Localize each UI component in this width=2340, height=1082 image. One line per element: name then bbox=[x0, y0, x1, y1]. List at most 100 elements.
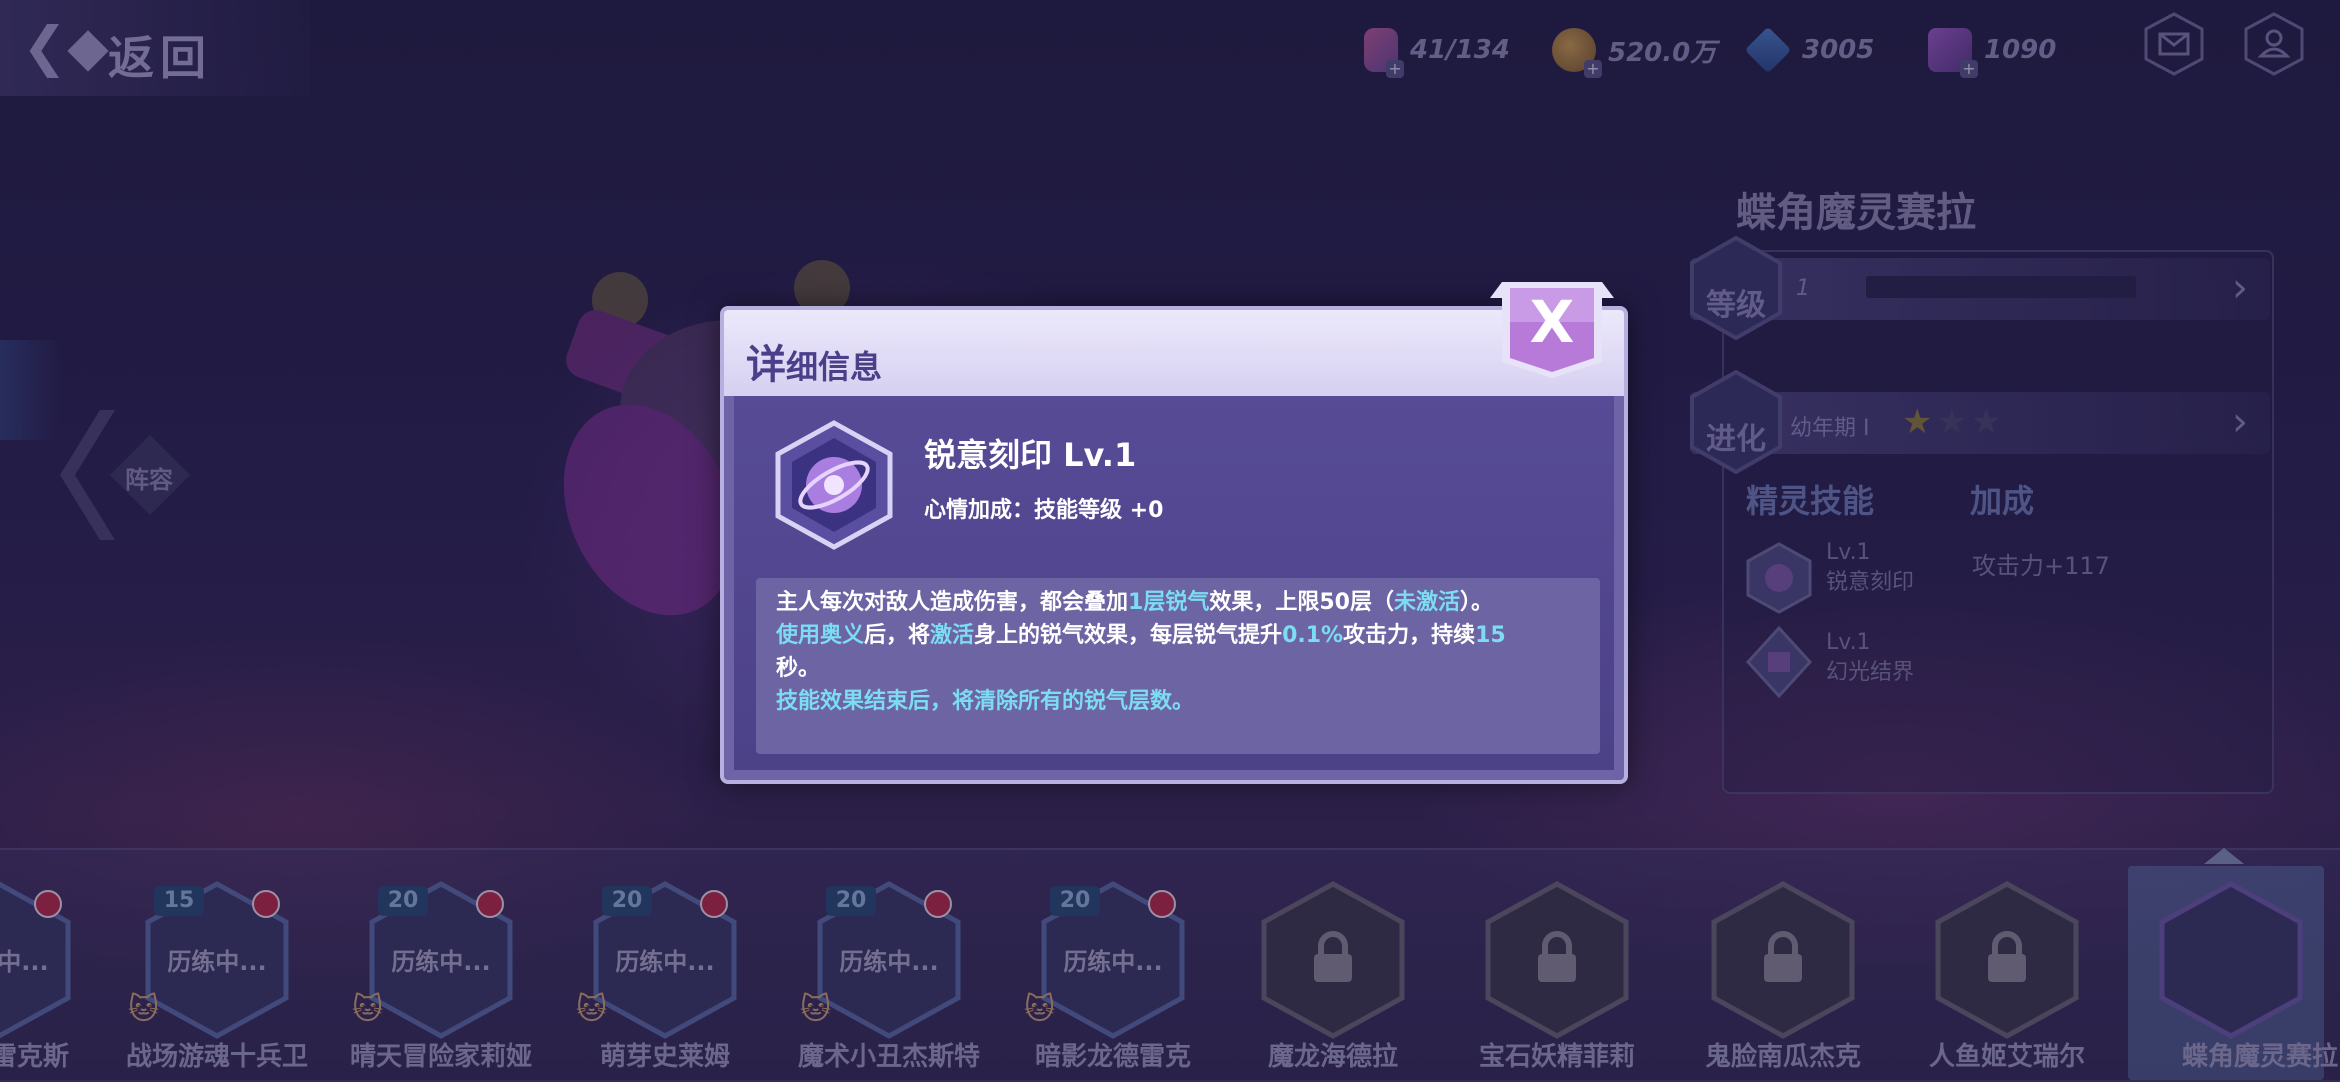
dialog-title-rest: 细信息 bbox=[786, 348, 883, 386]
desc-line-4: 技能效果结束后，将清除所有的锐气层数。 bbox=[776, 689, 1195, 714]
roster-card-level: 15 bbox=[154, 886, 204, 916]
roster-card-name: 暗影龙德雷克 bbox=[1034, 1042, 1191, 1072]
roster-card-name: 蝶角魔灵赛拉 bbox=[2181, 1042, 2338, 1072]
blue-crystal-icon bbox=[1744, 26, 1792, 74]
lock-icon bbox=[1314, 931, 1352, 982]
roster-card[interactable] bbox=[1932, 880, 2082, 1040]
roster-card[interactable]: 20 历练中... 🐱 bbox=[576, 880, 740, 1040]
roster-card[interactable] bbox=[1482, 880, 1632, 1040]
dialog-title-first: 详 bbox=[746, 342, 786, 388]
roster-card-level: 20 bbox=[602, 886, 652, 916]
roster-card-frame bbox=[2159, 881, 2303, 1039]
skill-1-text: Lv.1 锐意刻印 bbox=[1826, 538, 1914, 598]
evolution-arrow-icon: › bbox=[2232, 399, 2248, 445]
level-value: 1 bbox=[1796, 276, 1810, 301]
skill-icon-illusion-barrier[interactable] bbox=[1746, 626, 1812, 698]
roster-card[interactable] bbox=[2156, 880, 2306, 1040]
roster-card-name: 宝石妖精菲莉 bbox=[1478, 1042, 1635, 1072]
skill-2-text: Lv.1 幻光结界 bbox=[1826, 628, 1914, 688]
spirit-name: 蝶角魔灵赛拉 bbox=[1736, 190, 1976, 236]
skill-1-name: 锐意刻印 bbox=[1826, 570, 1915, 595]
training-status: 历练中... bbox=[167, 948, 267, 976]
spirit-info-panel bbox=[1722, 250, 2274, 794]
profile-button[interactable] bbox=[2242, 12, 2306, 76]
skill-description: 主人每次对敌人造成伤害，都会叠加1层锐气效果，上限50层（未激活）。 使用奥义后… bbox=[776, 586, 1586, 718]
gold-value: 520.0万 bbox=[1608, 37, 1717, 68]
crystal-resource[interactable]: 3005 bbox=[1744, 26, 1875, 74]
skill-name: 锐意刻印 Lv.1 bbox=[924, 436, 1137, 474]
star-filled-icon: ★ bbox=[1902, 402, 1937, 442]
roster-card[interactable]: 历练中... bbox=[0, 880, 74, 1040]
training-status: 历练中... bbox=[615, 948, 715, 976]
mood-bonus: 心情加成：技能等级 +0 bbox=[924, 498, 1164, 523]
skill-1-level: Lv.1 bbox=[1826, 540, 1871, 565]
roster-card-name: 魔龙海德拉 bbox=[1267, 1042, 1398, 1072]
skill-icon-sharp-mark-large bbox=[775, 420, 893, 550]
lineup-label: 阵容 bbox=[125, 466, 173, 494]
pet-cat-icon: 🐱 bbox=[1024, 992, 1056, 1027]
desc-line-1: 主人每次对敌人造成伤害，都会叠加1层锐气效果，上限50层（未激活）。 bbox=[776, 590, 1493, 615]
gem-resource[interactable]: + 1090 bbox=[1928, 28, 2057, 78]
skills-heading: 精灵技能 bbox=[1746, 482, 1875, 520]
lock-icon bbox=[1538, 931, 1576, 982]
dialog-header: 详细信息 bbox=[724, 310, 1624, 396]
dialog-body: 锐意刻印 Lv.1 心情加成：技能等级 +0 主人每次对敌人造成伤害，都会叠加1… bbox=[734, 396, 1614, 770]
roster-card-name: 鬼脸南瓜杰克 bbox=[1704, 1042, 1861, 1072]
desc-line-3: 秒。 bbox=[776, 656, 821, 681]
close-button[interactable]: X bbox=[1490, 282, 1614, 382]
level-arrow-icon: › bbox=[2232, 265, 2248, 311]
evolution-label: 进化 bbox=[1706, 422, 1766, 457]
roster-card[interactable] bbox=[1708, 880, 1858, 1040]
skill-2-name: 幻光结界 bbox=[1826, 660, 1915, 685]
back-arrow-icon: ❮◆ bbox=[22, 15, 109, 78]
dialog-title: 详细信息 bbox=[746, 332, 882, 390]
training-status: 历练中... bbox=[391, 948, 491, 976]
notification-dot-icon bbox=[1148, 890, 1176, 918]
stamina-value: 41/134 bbox=[1410, 35, 1510, 65]
evolution-stars: ★★★ bbox=[1902, 402, 2005, 442]
gold-coin-icon: + bbox=[1552, 28, 1602, 78]
mail-button[interactable] bbox=[2142, 12, 2206, 76]
bonus-heading: 加成 bbox=[1970, 482, 2035, 520]
lock-icon bbox=[1988, 931, 2026, 982]
roster-card-level: 20 bbox=[826, 886, 876, 916]
evolution-row[interactable]: 进化 幼年期 I ★★★ › bbox=[1690, 370, 2270, 474]
roster-card[interactable]: 20 历练中... 🐱 bbox=[352, 880, 516, 1040]
bonus-value: 攻击力+117 bbox=[1972, 552, 2110, 580]
training-status: 历练中... bbox=[0, 948, 49, 976]
exp-bar bbox=[1866, 276, 2136, 298]
gold-resource[interactable]: + 520.0万 bbox=[1552, 28, 1717, 78]
stamina-potion-icon: + bbox=[1364, 28, 1404, 78]
roster-card[interactable]: 20 历练中... 🐱 bbox=[1024, 880, 1188, 1040]
skill-2-level: Lv.1 bbox=[1826, 630, 1871, 655]
roster-card-name: 雷克斯 bbox=[0, 1042, 69, 1072]
roster-card[interactable]: 15 历练中... 🐱 bbox=[128, 880, 292, 1040]
desc-line-2: 使用奥义后，将激活身上的锐气效果，每层锐气提升0.1%攻击力，持续15 bbox=[776, 623, 1506, 648]
roster-card-name: 晴天冒险家莉娅 bbox=[349, 1042, 532, 1072]
lineup-button[interactable]: 阵容 bbox=[60, 410, 190, 540]
roster-card-name: 战场游魂十兵卫 bbox=[125, 1042, 308, 1072]
stamina-resource[interactable]: + 41/134 bbox=[1364, 28, 1510, 78]
back-label: 返回 bbox=[108, 31, 212, 85]
notification-dot-icon bbox=[34, 890, 62, 918]
star-empty-icon: ★ bbox=[1936, 402, 1971, 442]
notification-dot-icon bbox=[476, 890, 504, 918]
close-label: X bbox=[1529, 288, 1575, 356]
skill-icon-sharp-mark[interactable] bbox=[1746, 542, 1812, 614]
notification-dot-icon bbox=[700, 890, 728, 918]
notification-dot-icon bbox=[252, 890, 280, 918]
pet-cat-icon: 🐱 bbox=[352, 992, 384, 1027]
roster-card[interactable]: 20 历练中... 🐱 bbox=[800, 880, 964, 1040]
roster-card-name: 萌芽史莱姆 bbox=[599, 1042, 730, 1072]
mail-icon bbox=[2144, 12, 2204, 76]
level-row[interactable]: 等级 1 › bbox=[1690, 236, 2270, 340]
left-edge-decoration bbox=[0, 340, 60, 440]
evolution-stage: 幼年期 I bbox=[1790, 416, 1870, 441]
crystal-value: 3005 bbox=[1802, 35, 1875, 65]
roster-card-level: 20 bbox=[378, 886, 428, 916]
roster-card[interactable] bbox=[1258, 880, 1408, 1040]
notification-dot-icon bbox=[924, 890, 952, 918]
gem-value: 1090 bbox=[1984, 35, 2057, 65]
pet-cat-icon: 🐱 bbox=[576, 992, 608, 1027]
back-button[interactable]: ❮◆ 返回 bbox=[0, 0, 310, 96]
